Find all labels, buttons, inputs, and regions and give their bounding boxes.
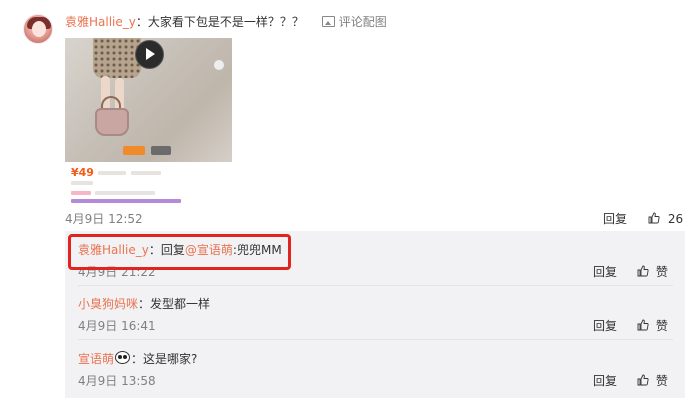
thumbnail-text-bar xyxy=(71,181,93,185)
reply-button[interactable]: 回复 xyxy=(593,317,617,335)
thumbnail-text-bar xyxy=(95,191,155,195)
reply-text: 发型都一样 xyxy=(150,297,211,311)
reply-username[interactable]: 宣语萌 xyxy=(78,352,114,366)
reply-item: 宣语萌 ：这是哪家? 4月9日 13:58 回复 赞 xyxy=(65,340,685,396)
comment-picture-label: 评论配图 xyxy=(338,15,387,29)
highlight-box xyxy=(68,234,291,270)
reply-text: 这是哪家? xyxy=(143,352,198,366)
thumbnail-corner-icon xyxy=(214,60,224,70)
reply-text-line: 小臭狗妈咪：发型都一样 xyxy=(78,295,210,313)
thumbs-up-icon xyxy=(637,319,649,331)
like-button[interactable]: 26 xyxy=(648,210,683,228)
thumbnail-price: ¥49 xyxy=(71,166,94,179)
like-button[interactable]: 赞 xyxy=(637,372,668,390)
reply-separator: ： xyxy=(131,352,144,366)
avatar[interactable] xyxy=(23,14,53,44)
thumbnail-tag-bar xyxy=(71,191,91,195)
comment-meta: 4月9日 12:52 回复 26 xyxy=(65,210,685,228)
thumbs-up-icon xyxy=(637,265,649,277)
shop-button-shape xyxy=(151,146,171,155)
comment-text: 大家看下包是不是一样？？？ xyxy=(147,15,304,29)
dress-shape xyxy=(93,38,141,78)
like-button[interactable]: 赞 xyxy=(637,263,668,281)
avatar-face xyxy=(32,21,46,37)
thumbnail-text-bar xyxy=(71,199,181,203)
image-icon xyxy=(321,16,335,27)
reply-separator: ： xyxy=(138,297,151,311)
like-label: 赞 xyxy=(655,374,668,388)
reply-date: 4月9日 13:58 xyxy=(78,374,156,388)
comment-picture-link[interactable]: 评论配图 xyxy=(321,15,387,29)
thumbs-up-icon xyxy=(637,374,649,386)
thumbs-up-icon xyxy=(648,212,660,224)
play-icon[interactable] xyxy=(135,40,164,69)
reply-button[interactable]: 回复 xyxy=(593,372,617,390)
reply-button[interactable]: 回复 xyxy=(603,210,627,228)
reply-button[interactable]: 回复 xyxy=(593,263,617,281)
bag-shape xyxy=(95,108,129,136)
comment-header: 袁雅Hallie_y：大家看下包是不是一样？？？ 评论配图 xyxy=(65,12,387,32)
comment-username[interactable]: 袁雅Hallie_y xyxy=(65,15,136,29)
like-button[interactable]: 赞 xyxy=(637,317,668,335)
shop-button-shape xyxy=(123,146,145,155)
like-count: 26 xyxy=(667,212,684,226)
like-label: 赞 xyxy=(655,265,668,279)
video-thumbnail[interactable]: ¥49 xyxy=(65,38,232,203)
comment-date: 4月9日 12:52 xyxy=(65,212,143,226)
reply-text-line: 宣语萌 ：这是哪家? xyxy=(78,350,197,368)
reply-username[interactable]: 小臭狗妈咪 xyxy=(78,297,138,311)
thumbnail-text-bar xyxy=(98,171,126,175)
panda-emoji-icon xyxy=(115,351,131,364)
reply-item: 小臭狗妈咪：发型都一样 4月9日 16:41 回复 赞 xyxy=(65,286,685,340)
comment-separator: ： xyxy=(135,15,148,29)
like-label: 赞 xyxy=(655,319,668,333)
reply-date: 4月9日 16:41 xyxy=(78,319,156,333)
thumbnail-text-bar xyxy=(131,171,161,175)
